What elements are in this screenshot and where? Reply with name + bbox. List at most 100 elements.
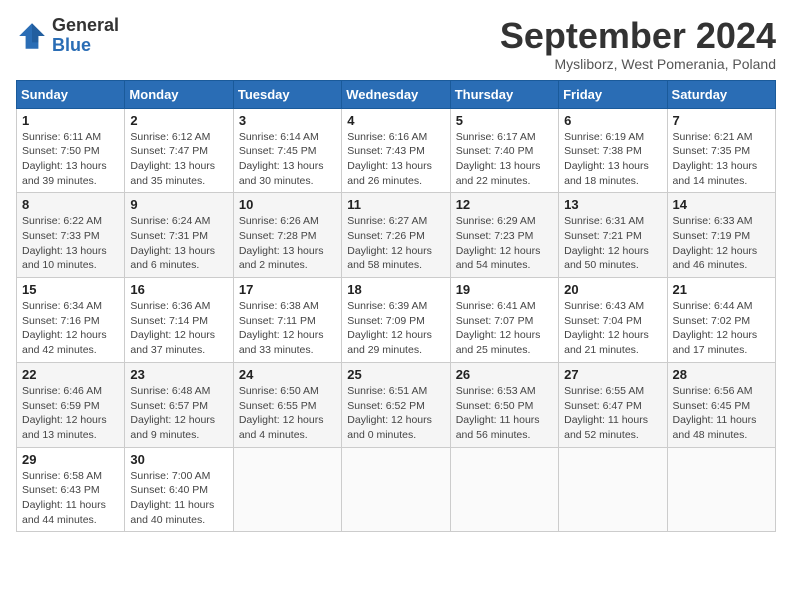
day-number: 20 <box>564 282 661 297</box>
day-info: Sunrise: 6:51 AM Sunset: 6:52 PM Dayligh… <box>347 384 444 443</box>
page-header: General Blue September 2024 Mysliborz, W… <box>16 16 776 72</box>
day-info: Sunrise: 6:34 AM Sunset: 7:16 PM Dayligh… <box>22 299 119 358</box>
day-info: Sunrise: 6:48 AM Sunset: 6:57 PM Dayligh… <box>130 384 227 443</box>
calendar-cell: 10 Sunrise: 6:26 AM Sunset: 7:28 PM Dayli… <box>233 193 341 278</box>
day-info: Sunrise: 6:16 AM Sunset: 7:43 PM Dayligh… <box>347 130 444 189</box>
day-number: 19 <box>456 282 553 297</box>
calendar-body: 1 Sunrise: 6:11 AM Sunset: 7:50 PM Daylig… <box>17 108 776 532</box>
day-number: 25 <box>347 367 444 382</box>
calendar-cell: 29 Sunrise: 6:58 AM Sunset: 6:43 PM Dayli… <box>17 447 125 532</box>
day-number: 14 <box>673 197 770 212</box>
day-number: 12 <box>456 197 553 212</box>
day-number: 9 <box>130 197 227 212</box>
location-subtitle: Mysliborz, West Pomerania, Poland <box>500 56 776 72</box>
day-info: Sunrise: 6:58 AM Sunset: 6:43 PM Dayligh… <box>22 469 119 528</box>
day-info: Sunrise: 6:22 AM Sunset: 7:33 PM Dayligh… <box>22 214 119 273</box>
calendar-cell: 26 Sunrise: 6:53 AM Sunset: 6:50 PM Dayli… <box>450 362 558 447</box>
logo-icon <box>16 20 48 52</box>
day-number: 6 <box>564 113 661 128</box>
calendar-cell <box>342 447 450 532</box>
day-number: 18 <box>347 282 444 297</box>
calendar-cell <box>667 447 775 532</box>
calendar-cell: 3Sunrise: 6:14 AM Sunset: 7:45 PM Daylig… <box>233 108 341 193</box>
calendar-cell: 25 Sunrise: 6:51 AM Sunset: 6:52 PM Dayli… <box>342 362 450 447</box>
calendar-cell: 28 Sunrise: 6:56 AM Sunset: 6:45 PM Dayli… <box>667 362 775 447</box>
calendar-cell: 7 Sunrise: 6:21 AM Sunset: 7:35 PM Daylig… <box>667 108 775 193</box>
weekday-header-thursday: Thursday <box>450 80 558 108</box>
day-info: Sunrise: 6:43 AM Sunset: 7:04 PM Dayligh… <box>564 299 661 358</box>
month-title: September 2024 <box>500 16 776 56</box>
calendar-week-4: 22 Sunrise: 6:46 AM Sunset: 6:59 PM Dayli… <box>17 362 776 447</box>
calendar-cell: 2 Sunrise: 6:12 AM Sunset: 7:47 PM Daylig… <box>125 108 233 193</box>
day-info: Sunrise: 6:11 AM Sunset: 7:50 PM Dayligh… <box>22 130 119 189</box>
day-info: Sunrise: 6:12 AM Sunset: 7:47 PM Dayligh… <box>130 130 227 189</box>
calendar-cell: 11 Sunrise: 6:27 AM Sunset: 7:26 PM Dayli… <box>342 193 450 278</box>
day-info: Sunrise: 6:26 AM Sunset: 7:28 PM Dayligh… <box>239 214 336 273</box>
day-info: Sunrise: 6:27 AM Sunset: 7:26 PM Dayligh… <box>347 214 444 273</box>
weekday-header-friday: Friday <box>559 80 667 108</box>
calendar-cell: 8Sunrise: 6:22 AM Sunset: 7:33 PM Daylig… <box>17 193 125 278</box>
day-number: 22 <box>22 367 119 382</box>
title-block: September 2024 Mysliborz, West Pomerania… <box>500 16 776 72</box>
day-info: Sunrise: 6:33 AM Sunset: 7:19 PM Dayligh… <box>673 214 770 273</box>
day-info: Sunrise: 6:50 AM Sunset: 6:55 PM Dayligh… <box>239 384 336 443</box>
calendar-header: SundayMondayTuesdayWednesdayThursdayFrid… <box>17 80 776 108</box>
day-number: 28 <box>673 367 770 382</box>
day-info: Sunrise: 6:17 AM Sunset: 7:40 PM Dayligh… <box>456 130 553 189</box>
calendar-cell: 17 Sunrise: 6:38 AM Sunset: 7:11 PM Dayli… <box>233 278 341 363</box>
day-number: 11 <box>347 197 444 212</box>
day-number: 21 <box>673 282 770 297</box>
calendar-cell: 16Sunrise: 6:36 AM Sunset: 7:14 PM Dayli… <box>125 278 233 363</box>
day-number: 24 <box>239 367 336 382</box>
day-number: 15 <box>22 282 119 297</box>
calendar-cell: 19 Sunrise: 6:41 AM Sunset: 7:07 PM Dayli… <box>450 278 558 363</box>
calendar-cell: 1 Sunrise: 6:11 AM Sunset: 7:50 PM Daylig… <box>17 108 125 193</box>
calendar-cell: 6 Sunrise: 6:19 AM Sunset: 7:38 PM Daylig… <box>559 108 667 193</box>
day-info: Sunrise: 6:55 AM Sunset: 6:47 PM Dayligh… <box>564 384 661 443</box>
day-number: 17 <box>239 282 336 297</box>
day-info: Sunrise: 6:38 AM Sunset: 7:11 PM Dayligh… <box>239 299 336 358</box>
day-info: Sunrise: 6:56 AM Sunset: 6:45 PM Dayligh… <box>673 384 770 443</box>
day-number: 5 <box>456 113 553 128</box>
weekday-row: SundayMondayTuesdayWednesdayThursdayFrid… <box>17 80 776 108</box>
weekday-header-saturday: Saturday <box>667 80 775 108</box>
calendar-week-1: 1 Sunrise: 6:11 AM Sunset: 7:50 PM Daylig… <box>17 108 776 193</box>
day-number: 7 <box>673 113 770 128</box>
day-number: 29 <box>22 452 119 467</box>
calendar-cell: 5 Sunrise: 6:17 AM Sunset: 7:40 PM Daylig… <box>450 108 558 193</box>
calendar-cell <box>450 447 558 532</box>
weekday-header-monday: Monday <box>125 80 233 108</box>
logo: General Blue <box>16 16 119 56</box>
calendar-cell: 13Sunrise: 6:31 AM Sunset: 7:21 PM Dayli… <box>559 193 667 278</box>
calendar-week-3: 15 Sunrise: 6:34 AM Sunset: 7:16 PM Dayli… <box>17 278 776 363</box>
day-info: Sunrise: 6:29 AM Sunset: 7:23 PM Dayligh… <box>456 214 553 273</box>
logo-text: General Blue <box>52 16 119 56</box>
calendar-cell <box>233 447 341 532</box>
day-number: 26 <box>456 367 553 382</box>
calendar-cell <box>559 447 667 532</box>
day-info: Sunrise: 6:41 AM Sunset: 7:07 PM Dayligh… <box>456 299 553 358</box>
day-info: Sunrise: 6:39 AM Sunset: 7:09 PM Dayligh… <box>347 299 444 358</box>
day-number: 1 <box>22 113 119 128</box>
day-info: Sunrise: 6:46 AM Sunset: 6:59 PM Dayligh… <box>22 384 119 443</box>
calendar-cell: 4 Sunrise: 6:16 AM Sunset: 7:43 PM Daylig… <box>342 108 450 193</box>
day-info: Sunrise: 6:36 AM Sunset: 7:14 PM Dayligh… <box>130 299 227 358</box>
day-number: 27 <box>564 367 661 382</box>
day-info: Sunrise: 6:14 AM Sunset: 7:45 PM Dayligh… <box>239 130 336 189</box>
calendar-cell: 24 Sunrise: 6:50 AM Sunset: 6:55 PM Dayli… <box>233 362 341 447</box>
calendar-table: SundayMondayTuesdayWednesdayThursdayFrid… <box>16 80 776 533</box>
day-number: 2 <box>130 113 227 128</box>
calendar-cell: 20 Sunrise: 6:43 AM Sunset: 7:04 PM Dayli… <box>559 278 667 363</box>
weekday-header-wednesday: Wednesday <box>342 80 450 108</box>
day-info: Sunrise: 6:24 AM Sunset: 7:31 PM Dayligh… <box>130 214 227 273</box>
weekday-header-tuesday: Tuesday <box>233 80 341 108</box>
day-number: 10 <box>239 197 336 212</box>
day-info: Sunrise: 6:19 AM Sunset: 7:38 PM Dayligh… <box>564 130 661 189</box>
day-info: Sunrise: 6:21 AM Sunset: 7:35 PM Dayligh… <box>673 130 770 189</box>
logo-general: General <box>52 15 119 35</box>
logo-blue: Blue <box>52 35 91 55</box>
day-info: Sunrise: 6:53 AM Sunset: 6:50 PM Dayligh… <box>456 384 553 443</box>
day-number: 30 <box>130 452 227 467</box>
weekday-header-sunday: Sunday <box>17 80 125 108</box>
day-number: 4 <box>347 113 444 128</box>
